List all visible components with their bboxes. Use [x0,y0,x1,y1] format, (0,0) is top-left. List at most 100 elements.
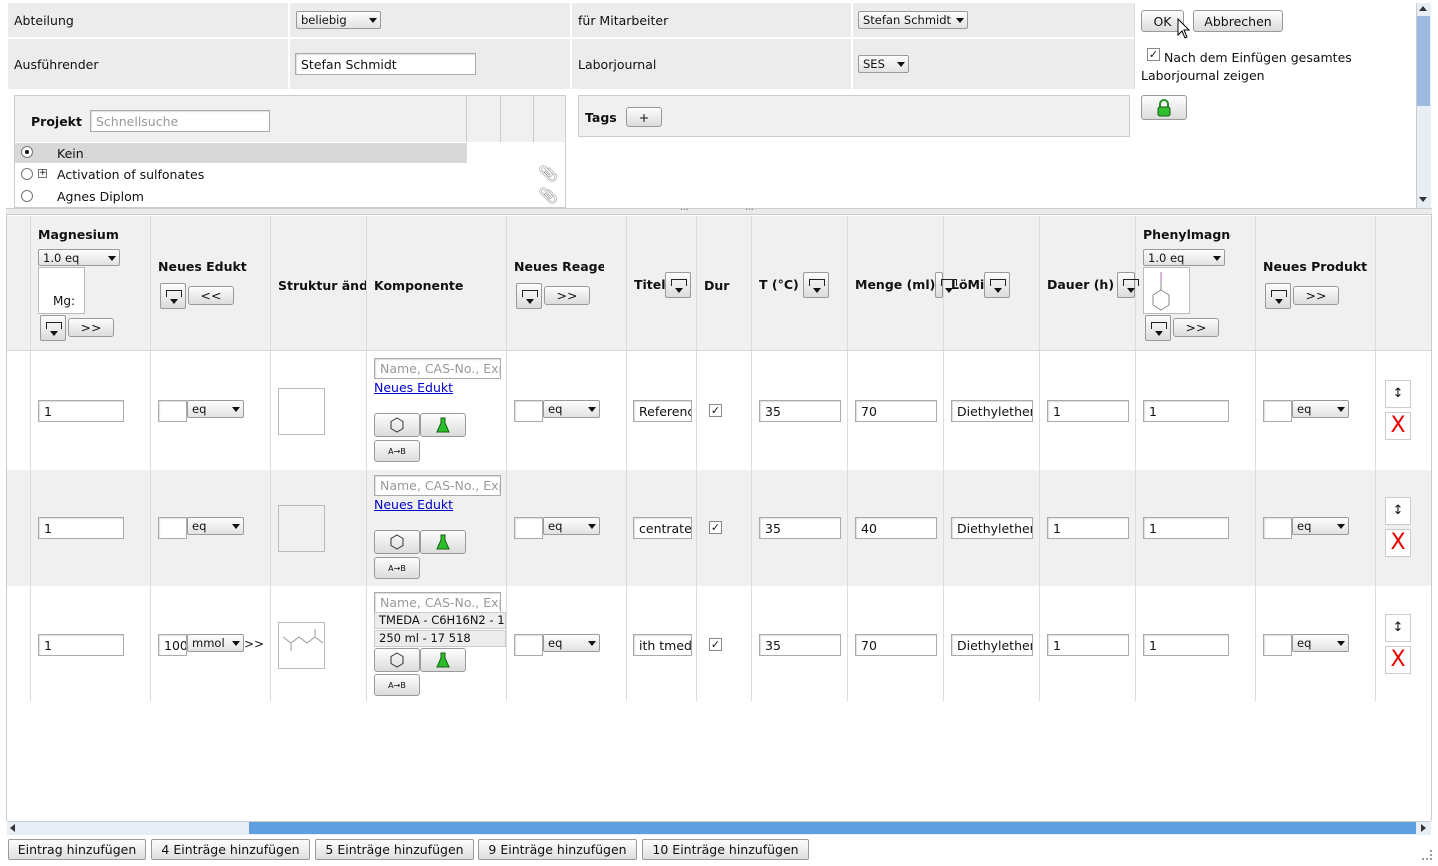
flask-button[interactable] [420,648,466,672]
produkt-amount-input[interactable] [1263,517,1292,539]
reagenz-unit-select[interactable]: eq [543,634,600,652]
scroll-down-icon[interactable] [1419,197,1427,202]
loemi-input[interactable]: Diethylether [951,517,1033,539]
edukt-filter-button[interactable] [160,283,186,309]
mg-input[interactable]: 1 [38,517,124,539]
flask-button[interactable] [420,530,466,554]
phenyl-input[interactable]: 1 [1143,634,1229,656]
splitter[interactable] [6,208,1432,215]
edukt-extra-arrows[interactable]: >> [244,637,264,651]
dauer-input[interactable]: 1 [1047,400,1129,422]
mg-input[interactable]: 1 [38,634,124,656]
scroll-up-icon[interactable] [1419,6,1427,11]
dauer-filter-button[interactable] [1117,272,1139,298]
resize-grip-icon[interactable] [1422,850,1432,860]
magnesium-move-right-button[interactable]: >> [68,318,114,337]
phenyl-eq-select[interactable]: 1.0 eq [1143,249,1225,266]
titel-filter-button[interactable] [665,272,691,298]
mg-input[interactable]: 1 [38,400,124,422]
reagenz-amount-input[interactable] [514,634,543,656]
projekt-radio-activation[interactable] [21,168,33,180]
reagenz-amount-input[interactable] [514,517,543,539]
temp-input[interactable]: 35 [759,400,841,422]
ausfuehrender-input[interactable]: Stefan Schmidt [295,53,476,75]
menge-input[interactable]: 70 [855,634,937,656]
komponente-search-input[interactable]: Name, CAS-No., Exp [374,475,501,496]
cancel-button[interactable]: Abbrechen [1193,10,1283,32]
move-row-button[interactable]: ↕ [1385,380,1411,408]
dauer-input[interactable]: 1 [1047,634,1129,656]
reaction-arrow-button[interactable]: A→B [374,557,420,579]
horizontal-scrollbar-thumb[interactable] [249,822,1416,834]
produkt-unit-select[interactable]: eq [1292,400,1349,418]
projekt-radio-kein[interactable] [21,146,33,158]
produkt-amount-input[interactable] [1263,400,1292,422]
mitarbeiter-select[interactable]: Stefan Schmidt [858,11,968,29]
reaction-arrow-button[interactable]: A→B [374,440,420,462]
projekt-item-agnes[interactable]: Agnes Diplom [57,189,144,204]
projekt-item-kein[interactable]: Kein [57,146,84,161]
dur-checkbox[interactable]: ✓ [709,404,722,417]
loemi-filter-button[interactable] [984,272,1010,298]
flask-button[interactable] [420,413,466,437]
add-tag-button[interactable]: + [626,107,662,127]
titel-input[interactable]: ith tmeda [633,634,692,656]
loemi-input[interactable]: Diethylether [951,634,1033,656]
temp-filter-button[interactable] [803,272,829,298]
magnesium-filter-button[interactable] [40,315,66,341]
move-row-button[interactable]: ↕ [1385,497,1411,525]
magnesium-structure[interactable]: Mg: [38,267,85,314]
edukt-amount-input[interactable] [158,400,187,422]
reagenz-unit-select[interactable]: eq [543,517,600,535]
titel-input[interactable]: Reference [633,400,692,422]
loemi-input[interactable]: Diethylether [951,400,1033,422]
scroll-right-icon[interactable] [1421,824,1426,832]
top-scrollbar-thumb[interactable] [1417,16,1430,106]
laborjournal-select[interactable]: SES [858,55,909,73]
projekt-item-activation[interactable]: Activation of sulfonates [57,167,204,182]
reagenz-move-right-button[interactable]: >> [544,286,590,305]
edukt-amount-input[interactable] [158,517,187,539]
add-5-entries-button[interactable]: 5 Einträge hinzufügen [315,839,474,860]
edukt-unit-select[interactable]: mmol [187,634,244,652]
titel-input[interactable]: centrated [633,517,692,539]
produkt-filter-button[interactable] [1265,283,1291,309]
structure-editor-button[interactable] [374,413,420,437]
add-9-entries-button[interactable]: 9 Einträge hinzufügen [478,839,637,860]
lock-button[interactable] [1141,95,1187,120]
structure-box[interactable] [278,622,325,669]
produkt-unit-select[interactable]: eq [1292,517,1349,535]
komponente-search-input[interactable]: Name, CAS-No., Exp [374,358,501,379]
komponente-search-input[interactable]: Name, CAS-No., Exp [374,592,501,613]
menge-input[interactable]: 70 [855,400,937,422]
phenyl-structure[interactable] [1143,267,1190,314]
projekt-radio-agnes[interactable] [21,190,33,202]
move-row-button[interactable]: ↕ [1385,614,1411,642]
phenyl-filter-button[interactable] [1145,315,1171,341]
reaction-arrow-button[interactable]: A→B [374,674,420,696]
dauer-input[interactable]: 1 [1047,517,1129,539]
add-entry-button[interactable]: Eintrag hinzufügen [8,839,146,860]
komponente-result-2[interactable]: 250 ml - 17 518 [374,630,506,647]
produkt-amount-input[interactable] [1263,634,1292,656]
show-journal-checkbox[interactable]: ✓ [1147,48,1160,61]
abteilung-select[interactable]: beliebig [296,11,381,29]
expand-plus-icon[interactable]: + [38,169,47,178]
delete-row-button[interactable]: X [1385,412,1411,440]
menge-input[interactable]: 40 [855,517,937,539]
structure-box[interactable] [278,388,325,435]
delete-row-button[interactable]: X [1385,646,1411,674]
edukt-unit-select[interactable]: eq [187,400,244,418]
reagenz-filter-button[interactable] [516,283,542,309]
temp-input[interactable]: 35 [759,517,841,539]
reagenz-unit-select[interactable]: eq [543,400,600,418]
phenyl-input[interactable]: 1 [1143,400,1229,422]
structure-editor-button[interactable] [374,530,420,554]
menge-filter-button[interactable] [935,272,957,298]
delete-row-button[interactable]: X [1385,529,1411,557]
add-10-entries-button[interactable]: 10 Einträge hinzufügen [642,839,809,860]
projekt-search-input[interactable]: Schnellsuche [90,110,270,132]
neues-edukt-link[interactable]: Neues Edukt [374,380,453,395]
dur-checkbox[interactable]: ✓ [709,521,722,534]
produkt-move-right-button[interactable]: >> [1293,286,1339,305]
